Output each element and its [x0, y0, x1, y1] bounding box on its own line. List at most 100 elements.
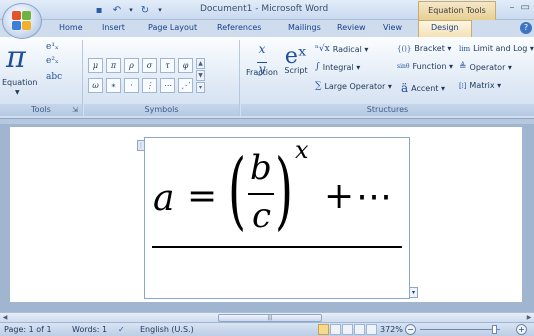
scroll-thumb[interactable]: ||| — [218, 314, 322, 322]
symbol-vdots-button[interactable]: ⋮ — [142, 78, 157, 93]
symbols-scroll-up-icon[interactable]: ▲ — [196, 58, 205, 69]
large-operator-label: Large Operator ▾ — [324, 81, 392, 91]
proofing-icon[interactable]: ✓ — [118, 325, 125, 334]
zoom-slider-knob[interactable] — [492, 325, 497, 334]
symbol-asterisk-button[interactable]: ∗ — [106, 78, 121, 93]
equation-lhs[interactable]: a — [153, 178, 174, 219]
window-controls: – ▭ — [510, 2, 530, 13]
symbols-group-label: Symbols — [84, 104, 239, 116]
ruler-strip — [0, 119, 534, 124]
symbol-omega-button[interactable]: ω — [88, 78, 103, 93]
equation-move-handle[interactable]: ⋮ — [137, 140, 144, 151]
web-layout-view-icon[interactable] — [342, 324, 353, 335]
horizontal-scrollbar[interactable]: ◀ ||| ▶ — [0, 312, 534, 322]
fraction-label: Fraction — [246, 68, 278, 77]
language-indicator[interactable]: English (U.S.) — [140, 325, 194, 334]
tools-group-label: Tools ⇲ — [0, 104, 82, 116]
equation-plus: + — [324, 176, 355, 217]
equation-dropdown-icon[interactable]: ▼ — [15, 89, 20, 96]
draft-view-icon[interactable] — [366, 324, 377, 335]
zoom-out-button[interactable]: − — [405, 324, 416, 335]
equation-underline — [152, 246, 402, 248]
tab-design[interactable]: Design — [418, 20, 472, 37]
operator-button[interactable]: ≜ Operator ▾ — [459, 62, 512, 72]
symbol-diag-dots-button[interactable]: ⋰ — [178, 78, 193, 93]
function-icon: sinθ — [397, 63, 410, 70]
equation-options-dropdown-icon[interactable]: ▾ — [409, 287, 418, 298]
equation-pi-icon[interactable]: π — [6, 40, 26, 75]
tab-insert[interactable]: Insert — [102, 23, 125, 32]
integral-icon: ∫ — [315, 62, 320, 72]
fraction-button[interactable]: xy Fraction — [245, 42, 279, 77]
integral-button[interactable]: ∫ Integral ▾ — [315, 62, 360, 72]
page-count[interactable]: Page: 1 of 1 — [4, 325, 52, 334]
linear-format-icon[interactable]: e²ₓ — [46, 56, 59, 66]
integral-label: Integral ▾ — [322, 62, 361, 72]
symbols-more-icon[interactable]: ▾ — [196, 82, 205, 93]
print-layout-view-icon[interactable] — [318, 324, 329, 335]
symbol-tau-button[interactable]: τ — [160, 58, 175, 73]
zoom-slider-track[interactable] — [420, 329, 500, 330]
zoom-level[interactable]: 372% — [380, 325, 403, 334]
symbol-cdots-button[interactable]: ⋯ — [160, 78, 175, 93]
equation-ellipsis: ⋯ — [356, 176, 392, 217]
limit-and-log-button[interactable]: lim Limit and Log ▾ — [459, 44, 534, 53]
professional-format-icon[interactable]: e¹ₓ — [46, 42, 59, 52]
tab-mailings[interactable]: Mailings — [288, 23, 321, 32]
bracket-icon: {()} — [397, 44, 412, 53]
large-operator-button[interactable]: ∑ Large Operator ▾ — [315, 81, 392, 91]
equation-equals: = — [187, 176, 218, 217]
equation-numerator[interactable]: b — [250, 148, 272, 188]
script-button[interactable]: eˣ Script — [281, 42, 311, 75]
outline-view-icon[interactable] — [354, 324, 365, 335]
equation-exponent[interactable]: x — [295, 136, 309, 164]
symbol-mu-button[interactable]: μ — [88, 58, 103, 73]
equation-denominator[interactable]: c — [252, 196, 271, 236]
quick-access-toolbar: ▪ ↶ ▾ ↻ ▾ — [48, 2, 164, 18]
restore-button[interactable]: ▭ — [521, 2, 530, 13]
symbol-rho-button[interactable]: ρ — [124, 58, 139, 73]
equation-right-paren: ) — [275, 141, 294, 239]
radical-button[interactable]: ⁿ√x Radical ▾ — [315, 44, 368, 54]
accent-button[interactable]: ä Accent ▾ — [401, 81, 445, 95]
undo-dropdown-icon[interactable]: ▾ — [128, 3, 134, 17]
symbol-sigma-button[interactable]: σ — [142, 58, 157, 73]
matrix-button[interactable]: [⁞] Matrix ▾ — [459, 81, 501, 90]
tools-group: π Equation ▼ e¹ₓ e²ₓ abc Tools ⇲ — [0, 40, 83, 116]
help-icon[interactable]: ? — [520, 22, 532, 34]
function-button[interactable]: sinθ Function ▾ — [397, 62, 453, 71]
undo-icon[interactable]: ↶ — [110, 3, 124, 17]
word-count[interactable]: Words: 1 — [72, 325, 107, 334]
full-screen-reading-view-icon[interactable] — [330, 324, 341, 335]
symbol-dot-button[interactable]: · — [124, 78, 139, 93]
tab-page-layout[interactable]: Page Layout — [148, 23, 197, 32]
save-icon[interactable]: ▪ — [92, 3, 106, 17]
tab-view[interactable]: View — [383, 23, 402, 32]
view-buttons — [318, 324, 377, 335]
structures-group-label: Structures — [241, 104, 534, 116]
operator-icon: ≜ — [459, 62, 467, 72]
limit-icon: lim — [459, 44, 471, 53]
dialog-launcher-icon[interactable]: ⇲ — [72, 104, 78, 116]
title-bar: ▪ ↶ ▾ ↻ ▾ Document1 - Microsoft Word Equ… — [0, 0, 534, 20]
minimize-button[interactable]: – — [510, 2, 515, 13]
radical-label: Radical ▾ — [332, 44, 369, 54]
tab-home[interactable]: Home — [59, 23, 83, 32]
tab-references[interactable]: References — [217, 23, 261, 32]
equation-button-label[interactable]: Equation — [2, 78, 37, 87]
normal-text-icon[interactable]: abc — [46, 72, 62, 82]
office-button[interactable] — [2, 3, 42, 39]
zoom-in-button[interactable]: + — [516, 324, 527, 335]
symbol-pi-button[interactable]: π — [106, 58, 121, 73]
symbols-scroll-down-icon[interactable]: ▼ — [196, 70, 205, 81]
large-operator-icon: ∑ — [315, 81, 322, 91]
bracket-button[interactable]: {()} Bracket ▾ — [397, 44, 451, 53]
symbol-phi-button[interactable]: φ — [178, 58, 193, 73]
customize-qat-icon[interactable]: ▾ — [156, 3, 164, 17]
tab-review[interactable]: Review — [337, 23, 366, 32]
redo-icon[interactable]: ↻ — [138, 3, 152, 17]
ribbon-tabs: Home Insert Page Layout References Maili… — [0, 20, 534, 37]
fraction-bar — [248, 193, 274, 195]
accent-label: Accent ▾ — [411, 83, 445, 93]
matrix-icon: [⁞] — [459, 81, 467, 90]
